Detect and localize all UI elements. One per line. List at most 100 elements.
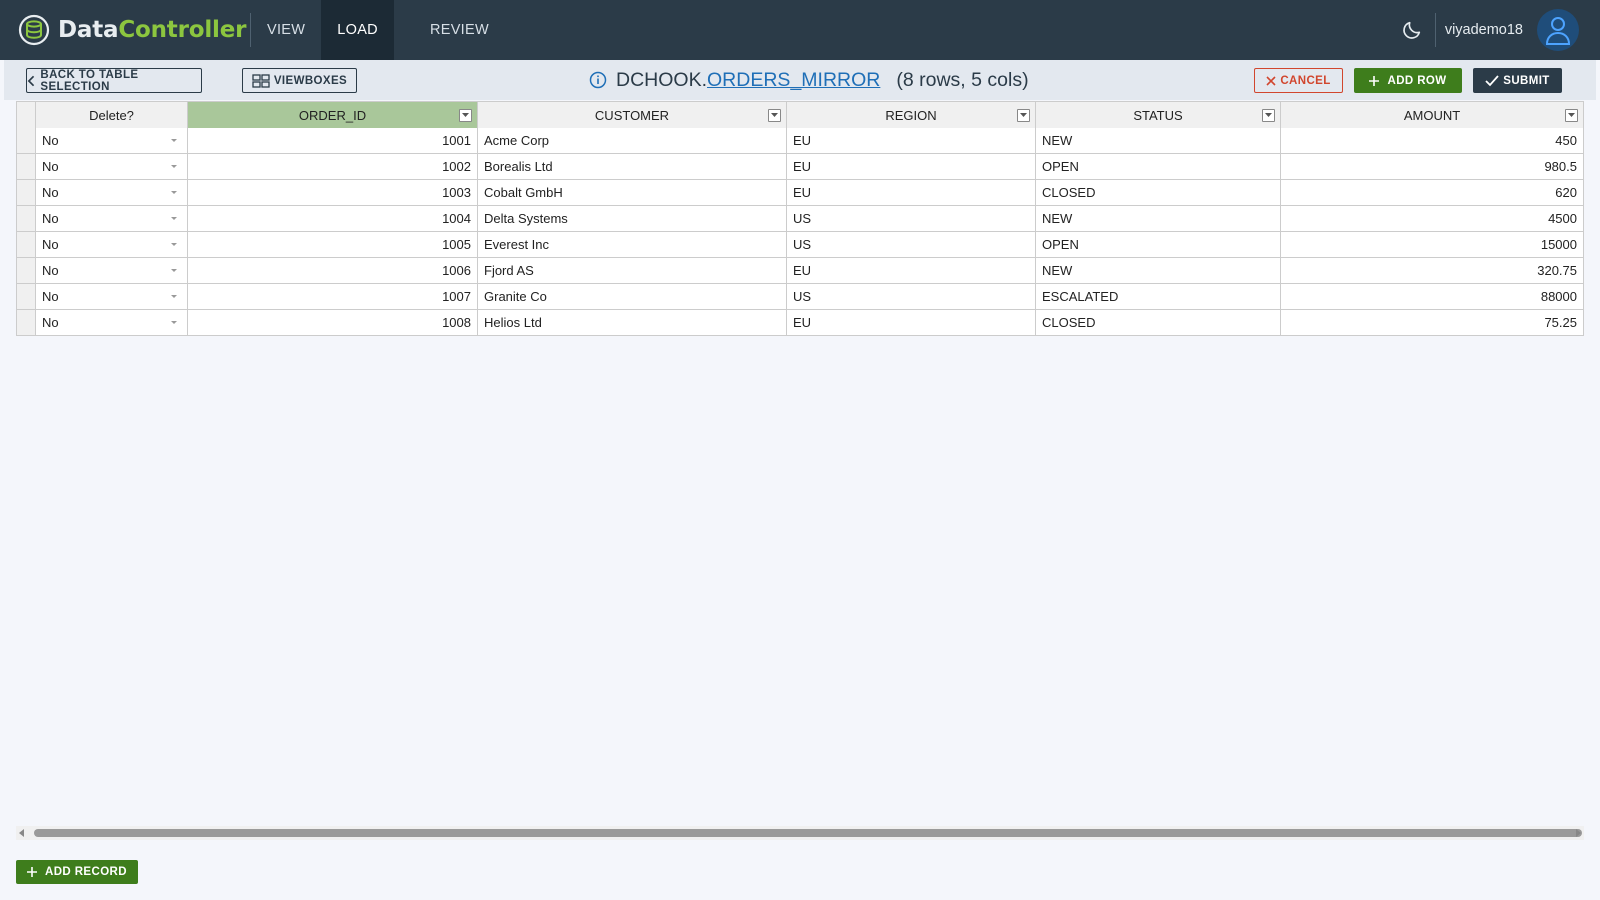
viewboxes-button[interactable]: VIEWBOXES xyxy=(242,68,357,93)
delete-select[interactable]: No xyxy=(36,232,188,257)
order-id-cell[interactable]: 1007 xyxy=(188,284,478,309)
customer-cell[interactable]: Helios Ltd xyxy=(478,310,787,335)
row-header[interactable] xyxy=(16,232,36,257)
order-id-cell[interactable]: 1003 xyxy=(188,180,478,205)
username[interactable]: viyademo18 xyxy=(1445,22,1523,38)
order-id-cell[interactable]: 1002 xyxy=(188,154,478,179)
amount-cell[interactable]: 450 xyxy=(1281,128,1584,153)
status-cell[interactable]: NEW xyxy=(1036,258,1281,283)
scroll-left-arrow-icon[interactable] xyxy=(19,829,24,837)
order-id-cell[interactable]: 1005 xyxy=(188,232,478,257)
delete-value: No xyxy=(42,237,59,252)
column-header-status[interactable]: STATUS xyxy=(1036,102,1281,128)
nav-tab-review[interactable]: REVIEW xyxy=(414,0,505,60)
submit-button[interactable]: SUBMIT xyxy=(1473,68,1562,93)
customer-cell[interactable]: Cobalt GmbH xyxy=(478,180,787,205)
status-cell[interactable]: NEW xyxy=(1036,128,1281,153)
delete-value: No xyxy=(42,185,59,200)
region-cell[interactable]: EU xyxy=(787,154,1036,179)
amount-cell[interactable]: 620 xyxy=(1281,180,1584,205)
status-cell[interactable]: ESCALATED xyxy=(1036,284,1281,309)
add-row-button[interactable]: ADD ROW xyxy=(1354,68,1462,93)
customer-cell[interactable]: Borealis Ltd xyxy=(478,154,787,179)
amount-cell[interactable]: 88000 xyxy=(1281,284,1584,309)
customer-cell[interactable]: Delta Systems xyxy=(478,206,787,231)
delete-value: No xyxy=(42,159,59,174)
column-filter-dropdown-icon[interactable] xyxy=(1262,109,1275,122)
grid-corner-cell[interactable] xyxy=(16,102,36,128)
customer-cell[interactable]: Everest Inc xyxy=(478,232,787,257)
user-avatar[interactable] xyxy=(1537,9,1579,51)
order-id-cell[interactable]: 1008 xyxy=(188,310,478,335)
delete-select[interactable]: No xyxy=(36,284,188,309)
status-cell[interactable]: OPEN xyxy=(1036,154,1281,179)
column-header-customer[interactable]: CUSTOMER xyxy=(478,102,787,128)
customer-cell[interactable]: Acme Corp xyxy=(478,128,787,153)
nav-tab-view[interactable]: VIEW xyxy=(251,0,321,60)
column-filter-dropdown-icon[interactable] xyxy=(459,109,472,122)
customer-cell[interactable]: Fjord AS xyxy=(478,258,787,283)
database-logo-icon xyxy=(18,14,50,46)
library-name: DCHOOK. xyxy=(616,68,708,91)
region-cell[interactable]: EU xyxy=(787,180,1036,205)
scrollbar-thumb[interactable] xyxy=(34,829,1582,837)
column-filter-dropdown-icon[interactable] xyxy=(1565,109,1578,122)
row-header[interactable] xyxy=(16,206,36,231)
delete-select[interactable]: No xyxy=(36,206,188,231)
edit-toolbar: BACK TO TABLE SELECTION VIEWBOXES DCHOOK… xyxy=(4,60,1596,100)
cancel-button[interactable]: CANCEL xyxy=(1254,68,1343,93)
order-id-cell[interactable]: 1004 xyxy=(188,206,478,231)
delete-select[interactable]: No xyxy=(36,128,188,153)
order-id-cell[interactable]: 1006 xyxy=(188,258,478,283)
customer-cell[interactable]: Granite Co xyxy=(478,284,787,309)
info-icon[interactable] xyxy=(589,71,607,89)
amount-cell[interactable]: 15000 xyxy=(1281,232,1584,257)
status-cell[interactable]: CLOSED xyxy=(1036,310,1281,335)
column-header-order-id[interactable]: ORDER_ID xyxy=(188,102,478,128)
column-header-region[interactable]: REGION xyxy=(787,102,1036,128)
amount-cell[interactable]: 75.25 xyxy=(1281,310,1584,335)
table-name-link[interactable]: ORDERS_MIRROR xyxy=(707,69,880,92)
nav-tab-load[interactable]: LOAD xyxy=(321,0,394,60)
region-cell[interactable]: EU xyxy=(787,258,1036,283)
row-header[interactable] xyxy=(16,258,36,283)
back-to-table-selection-button[interactable]: BACK TO TABLE SELECTION xyxy=(26,68,202,93)
viewboxes-grid-icon xyxy=(252,73,270,88)
viewboxes-button-label: VIEWBOXES xyxy=(273,74,348,87)
row-header[interactable] xyxy=(16,284,36,309)
row-header[interactable] xyxy=(16,154,36,179)
horizontal-scrollbar[interactable] xyxy=(16,826,1584,840)
dark-mode-moon-icon[interactable] xyxy=(1401,19,1423,41)
user-icon xyxy=(1545,17,1571,45)
status-cell[interactable]: CLOSED xyxy=(1036,180,1281,205)
column-header-label: Delete? xyxy=(89,107,134,123)
status-cell[interactable]: NEW xyxy=(1036,206,1281,231)
brand[interactable]: DataController xyxy=(0,0,250,60)
status-cell[interactable]: OPEN xyxy=(1036,232,1281,257)
column-filter-dropdown-icon[interactable] xyxy=(768,109,781,122)
delete-value: No xyxy=(42,211,59,226)
column-filter-dropdown-icon[interactable] xyxy=(1017,109,1030,122)
amount-cell[interactable]: 320.75 xyxy=(1281,258,1584,283)
scroll-right-arrow-icon[interactable] xyxy=(1576,829,1581,837)
row-header[interactable] xyxy=(16,128,36,153)
topbar-right: viyademo18 xyxy=(1401,0,1600,60)
column-header-amount[interactable]: AMOUNT xyxy=(1281,102,1584,128)
add-record-button[interactable]: ADD RECORD xyxy=(16,860,138,884)
region-cell[interactable]: US xyxy=(787,232,1036,257)
region-cell[interactable]: US xyxy=(787,284,1036,309)
row-header[interactable] xyxy=(16,180,36,205)
region-cell[interactable]: EU xyxy=(787,128,1036,153)
row-header[interactable] xyxy=(16,310,36,335)
region-cell[interactable]: EU xyxy=(787,310,1036,335)
amount-cell[interactable]: 4500 xyxy=(1281,206,1584,231)
delete-select[interactable]: No xyxy=(36,154,188,179)
delete-select[interactable]: No xyxy=(36,258,188,283)
region-cell[interactable]: US xyxy=(787,206,1036,231)
delete-select[interactable]: No xyxy=(36,310,188,335)
order-id-cell[interactable]: 1001 xyxy=(188,128,478,153)
delete-select[interactable]: No xyxy=(36,180,188,205)
column-header-delete[interactable]: Delete? xyxy=(36,102,188,128)
amount-cell[interactable]: 980.5 xyxy=(1281,154,1584,179)
table-row: No 1005 Everest Inc US OPEN 15000 xyxy=(16,232,1584,258)
